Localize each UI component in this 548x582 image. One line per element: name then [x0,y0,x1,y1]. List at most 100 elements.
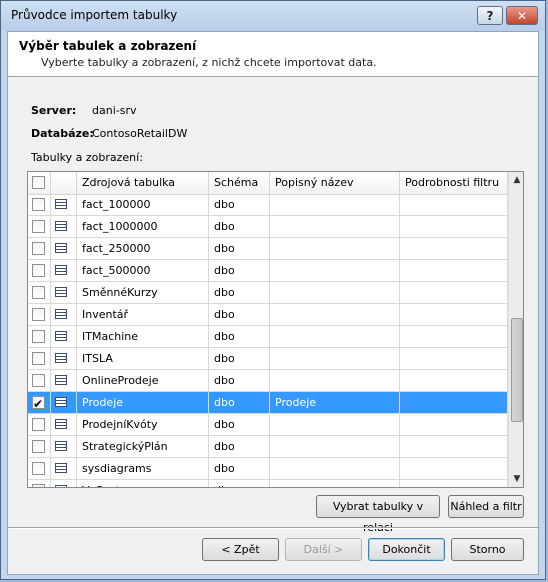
scroll-up-icon[interactable]: ▲ [509,172,523,189]
cell-filter [400,238,508,260]
cell-friendly: Prodeje [270,392,400,414]
cell-filter [400,304,508,326]
column-friendly-name[interactable]: Popisný název [270,172,400,194]
title-bar: Průvodce importem tabulky ? ✕ [1,1,545,31]
table-icon-cell [51,216,77,238]
cell-filter [400,370,508,392]
cell-filter [400,458,508,480]
table-row[interactable]: fact_250000 dbo [28,238,508,260]
row-checkbox[interactable] [32,286,45,299]
row-checkbox-cell [28,392,51,414]
cell-friendly [270,282,400,304]
back-button[interactable]: < Zpět [202,538,279,561]
cell-name: Prodeje [77,392,209,414]
cell-filter [400,436,508,458]
row-checkbox[interactable] [32,264,45,277]
select-all-checkbox[interactable] [32,176,45,189]
cell-friendly [270,480,400,487]
grid-scrollbar[interactable]: ▲ ▼ [508,172,523,487]
row-checkbox-cell [28,480,51,487]
row-checkbox[interactable] [32,242,45,255]
cell-schema: dbo [209,414,270,436]
row-checkbox-cell [28,216,51,238]
server-label: Server: [31,104,77,117]
cell-schema: dbo [209,216,270,238]
row-checkbox[interactable] [32,374,45,387]
row-checkbox[interactable] [32,462,45,475]
close-button[interactable]: ✕ [506,6,538,25]
cell-schema: dbo [209,326,270,348]
table-icon-cell [51,392,77,414]
row-checkbox[interactable] [32,220,45,233]
column-schema[interactable]: Schéma [209,172,270,194]
column-filter-details[interactable]: Podrobnosti filtru [400,172,508,194]
table-icon [55,375,67,385]
table-row[interactable]: fact_500000 dbo [28,260,508,282]
row-checkbox-cell [28,414,51,436]
cell-name: fact_500000 [77,260,209,282]
cancel-button[interactable]: Storno [451,538,524,561]
table-icon-cell [51,238,77,260]
table-row[interactable]: ITMachine dbo [28,326,508,348]
row-checkbox-cell [28,194,51,216]
finish-button[interactable]: Dokončit [368,538,445,561]
cell-schema: dbo [209,370,270,392]
scroll-down-icon[interactable]: ▼ [509,471,523,487]
cell-filter [400,392,508,414]
table-row[interactable]: StrategickýPlán dbo [28,436,508,458]
table-row[interactable]: fact_1000000 dbo [28,216,508,238]
cell-friendly [270,260,400,282]
cell-filter [400,348,508,370]
table-row[interactable]: ProdejníKvóty dbo [28,414,508,436]
row-checkbox-cell [28,238,51,260]
table-icon [55,287,67,297]
scroll-thumb[interactable] [511,318,523,422]
column-source-table[interactable]: Zdrojová tabulka [77,172,209,194]
table-icon-cell [51,282,77,304]
row-checkbox-cell [28,260,51,282]
row-checkbox[interactable] [32,484,45,487]
row-checkbox[interactable] [32,352,45,365]
table-icon [55,199,67,209]
table-row[interactable]: sysdiagrams dbo [28,458,508,480]
row-checkbox-cell [28,304,51,326]
table-icon [55,419,67,429]
table-row[interactable]: ProdejedboProdeje [28,392,508,414]
row-checkbox[interactable] [32,418,45,431]
cell-name: sysdiagrams [77,458,209,480]
row-checkbox[interactable] [32,440,45,453]
cell-friendly [270,348,400,370]
cell-name: SměnnéKurzy [77,282,209,304]
table-row[interactable]: ITSLA dbo [28,348,508,370]
table-row[interactable]: V_Customerdbo [28,480,508,487]
cell-filter [400,194,508,216]
table-icon-cell [51,458,77,480]
cell-friendly [270,238,400,260]
cell-friendly [270,414,400,436]
table-icon-cell [51,480,77,487]
table-icon-cell [51,260,77,282]
window-title: Průvodce importem tabulky [11,8,178,22]
database-label: Databáze: [31,127,94,140]
cell-friendly [270,370,400,392]
select-related-button[interactable]: Vybrat tabulky v relaci [316,495,440,534]
row-checkbox[interactable] [32,330,45,343]
table-row[interactable]: Inventář dbo [28,304,508,326]
preview-filter-button[interactable]: Náhled a filtr [448,495,524,518]
cell-schema: dbo [209,282,270,304]
help-button[interactable]: ? [477,6,503,25]
table-icon-cell [51,348,77,370]
table-icon-cell [51,414,77,436]
cell-schema: dbo [209,194,270,216]
table-icon [55,353,67,363]
row-checkbox[interactable] [32,393,45,413]
table-icon [55,485,67,487]
table-row[interactable]: SměnnéKurzy dbo [28,282,508,304]
table-icon-cell [51,370,77,392]
table-icon [55,463,67,473]
table-row[interactable]: fact_100000 dbo [28,194,508,216]
row-checkbox[interactable] [32,308,45,321]
row-checkbox[interactable] [32,198,45,211]
next-button[interactable]: Další > [285,538,362,561]
table-row[interactable]: OnlineProdeje dbo [28,370,508,392]
